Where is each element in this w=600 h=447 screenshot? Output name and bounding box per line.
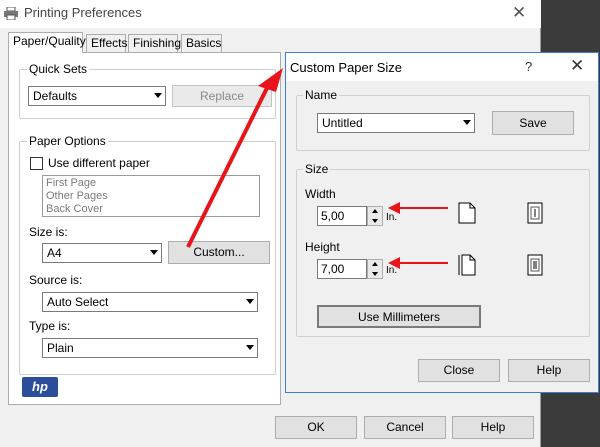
annotation-arrows xyxy=(186,68,448,269)
arrow-to-width xyxy=(388,202,448,214)
arrow-custom-to-dialog xyxy=(186,68,283,248)
tab-paper-quality[interactable]: Paper/Quality xyxy=(8,32,86,53)
arrow-to-height xyxy=(388,257,448,269)
